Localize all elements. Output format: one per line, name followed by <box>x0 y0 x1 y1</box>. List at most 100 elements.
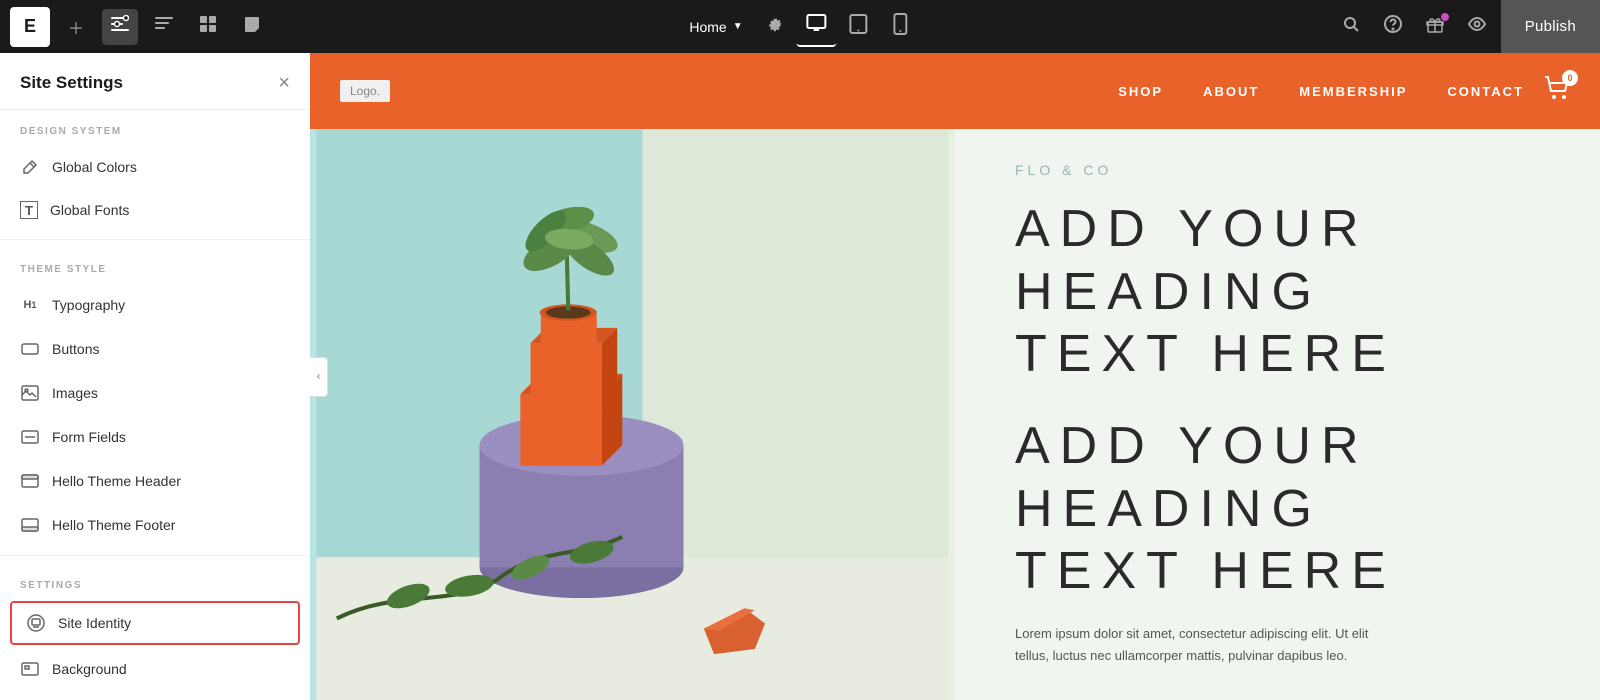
add-element-button[interactable]: ＋ <box>58 9 94 45</box>
chevron-down-icon: ▼ <box>733 21 743 32</box>
divider-1 <box>0 239 310 240</box>
search-button[interactable] <box>1333 9 1369 45</box>
logo-letter: E <box>24 16 36 37</box>
plus-icon: ＋ <box>68 15 84 39</box>
pencil-icon <box>20 157 40 177</box>
cart-badge: 0 <box>1562 70 1578 86</box>
background-label: Background <box>52 661 127 677</box>
global-colors-label: Global Colors <box>52 159 137 175</box>
sidebar-item-buttons[interactable]: Buttons <box>0 327 310 371</box>
help-icon <box>1384 15 1402 38</box>
search-icon <box>1342 15 1360 38</box>
close-sidebar-button[interactable]: × <box>278 73 290 93</box>
typography-label: Typography <box>52 297 125 313</box>
footer-icon <box>20 515 40 535</box>
toolbar-right: Publish <box>1333 0 1600 53</box>
plant-scene <box>310 129 955 700</box>
page-settings-button[interactable] <box>757 9 793 45</box>
settings-panel-icon <box>111 15 129 38</box>
top-toolbar: E ＋ <box>0 0 1600 53</box>
gift-icon-wrap <box>1417 9 1453 45</box>
hero-heading-2: ADD YOUR HEADING TEXT HERE <box>1015 415 1540 602</box>
page-templates-button[interactable] <box>190 9 226 45</box>
mobile-view-button[interactable] <box>881 7 921 47</box>
sidebar-item-global-fonts[interactable]: T Global Fonts <box>0 189 310 231</box>
sidebar-item-hello-theme-header[interactable]: Hello Theme Header <box>0 459 310 503</box>
heading2-line2: HEADING <box>1015 480 1322 538</box>
heading2-line1: ADD YOUR <box>1015 417 1369 475</box>
tablet-icon <box>849 13 869 40</box>
sidebar-title: Site Settings <box>20 73 123 93</box>
desktop-icon <box>806 12 828 39</box>
chevron-left-icon: ‹ <box>317 371 320 382</box>
navigator-button[interactable] <box>146 9 182 45</box>
home-page-button[interactable]: Home ▼ <box>679 13 752 41</box>
sidebar-item-hello-theme-footer[interactable]: Hello Theme Footer <box>0 503 310 547</box>
header-icon <box>20 471 40 491</box>
hero-right: FLO & CO ADD YOUR HEADING TEXT HERE ADD … <box>955 129 1600 700</box>
hello-theme-header-label: Hello Theme Header <box>52 473 181 489</box>
site-hero: FLO & CO ADD YOUR HEADING TEXT HERE ADD … <box>310 129 1600 700</box>
nav-link-shop[interactable]: SHOP <box>1118 84 1163 99</box>
eye-preview-button[interactable] <box>1459 9 1495 45</box>
hello-theme-footer-label: Hello Theme Footer <box>52 517 175 533</box>
sidebar-item-site-identity[interactable]: Site Identity <box>10 601 300 645</box>
toolbar-left: E ＋ <box>0 7 270 47</box>
divider-2 <box>0 555 310 556</box>
elementor-logo[interactable]: E <box>10 7 50 47</box>
toolbar-center: Home ▼ <box>679 7 920 47</box>
canvas-area: ‹ Logo. SHOP ABOUT MEMBERSHIP CONTACT <box>310 53 1600 700</box>
mobile-icon <box>894 13 908 40</box>
sidebar-item-background[interactable]: Background <box>0 647 310 691</box>
help-button[interactable] <box>1375 9 1411 45</box>
gift-notification-dot <box>1441 13 1449 21</box>
eye-icon <box>1468 15 1486 38</box>
hero-heading-1: ADD YOUR HEADING TEXT HERE <box>1015 198 1540 385</box>
gear-icon <box>766 15 784 38</box>
nav-link-contact[interactable]: CONTACT <box>1447 84 1524 99</box>
heading1-line3: TEXT HERE <box>1015 325 1396 383</box>
collapse-panel-button[interactable]: ‹ <box>310 357 328 397</box>
site-settings-button[interactable] <box>102 9 138 45</box>
settings-section-label: SETTINGS <box>0 564 310 599</box>
home-label: Home <box>689 19 726 35</box>
heading2-line3: TEXT HERE <box>1015 542 1396 600</box>
website-preview: Logo. SHOP ABOUT MEMBERSHIP CONTACT 0 <box>310 53 1600 700</box>
heading1-line2: HEADING <box>1015 263 1322 321</box>
notes-button[interactable] <box>234 9 270 45</box>
sidebar-item-global-colors[interactable]: Global Colors <box>0 145 310 189</box>
buttons-icon <box>20 339 40 359</box>
nav-link-membership[interactable]: MEMBERSHIP <box>1299 84 1407 99</box>
sidebar: Site Settings × DESIGN SYSTEM Global Col… <box>0 53 310 700</box>
form-fields-label: Form Fields <box>52 429 126 445</box>
nav-link-about[interactable]: ABOUT <box>1203 84 1259 99</box>
tablet-view-button[interactable] <box>839 7 879 47</box>
notes-icon <box>243 15 261 38</box>
sidebar-item-images[interactable]: Images <box>0 371 310 415</box>
brand-name: FLO & CO <box>1015 162 1540 178</box>
publish-button[interactable]: Publish <box>1501 0 1600 53</box>
templates-icon <box>199 15 217 38</box>
main-content: Site Settings × DESIGN SYSTEM Global Col… <box>0 53 1600 700</box>
sidebar-header: Site Settings × <box>0 53 310 110</box>
sidebar-item-form-fields[interactable]: Form Fields <box>0 415 310 459</box>
site-identity-label: Site Identity <box>58 615 131 631</box>
typography-icon: H1 <box>20 295 40 315</box>
nav-links: SHOP ABOUT MEMBERSHIP CONTACT <box>1118 84 1524 99</box>
hero-left <box>310 129 955 700</box>
desktop-view-button[interactable] <box>797 7 837 47</box>
sidebar-item-typography[interactable]: H1 Typography <box>0 283 310 327</box>
cart-icon[interactable]: 0 <box>1544 76 1570 106</box>
hero-body-text: Lorem ipsum dolor sit amet, consectetur … <box>1015 623 1395 667</box>
images-icon <box>20 383 40 403</box>
background-icon <box>20 659 40 679</box>
theme-style-section-label: THEME STYLE <box>0 248 310 283</box>
global-fonts-label: Global Fonts <box>50 202 129 218</box>
design-system-section-label: DESIGN SYSTEM <box>0 110 310 145</box>
buttons-label: Buttons <box>52 341 99 357</box>
font-icon: T <box>20 201 38 219</box>
close-icon: × <box>278 72 290 94</box>
device-buttons <box>797 7 921 47</box>
logo-placeholder[interactable]: Logo. <box>340 80 390 102</box>
site-navbar: Logo. SHOP ABOUT MEMBERSHIP CONTACT 0 <box>310 53 1600 129</box>
